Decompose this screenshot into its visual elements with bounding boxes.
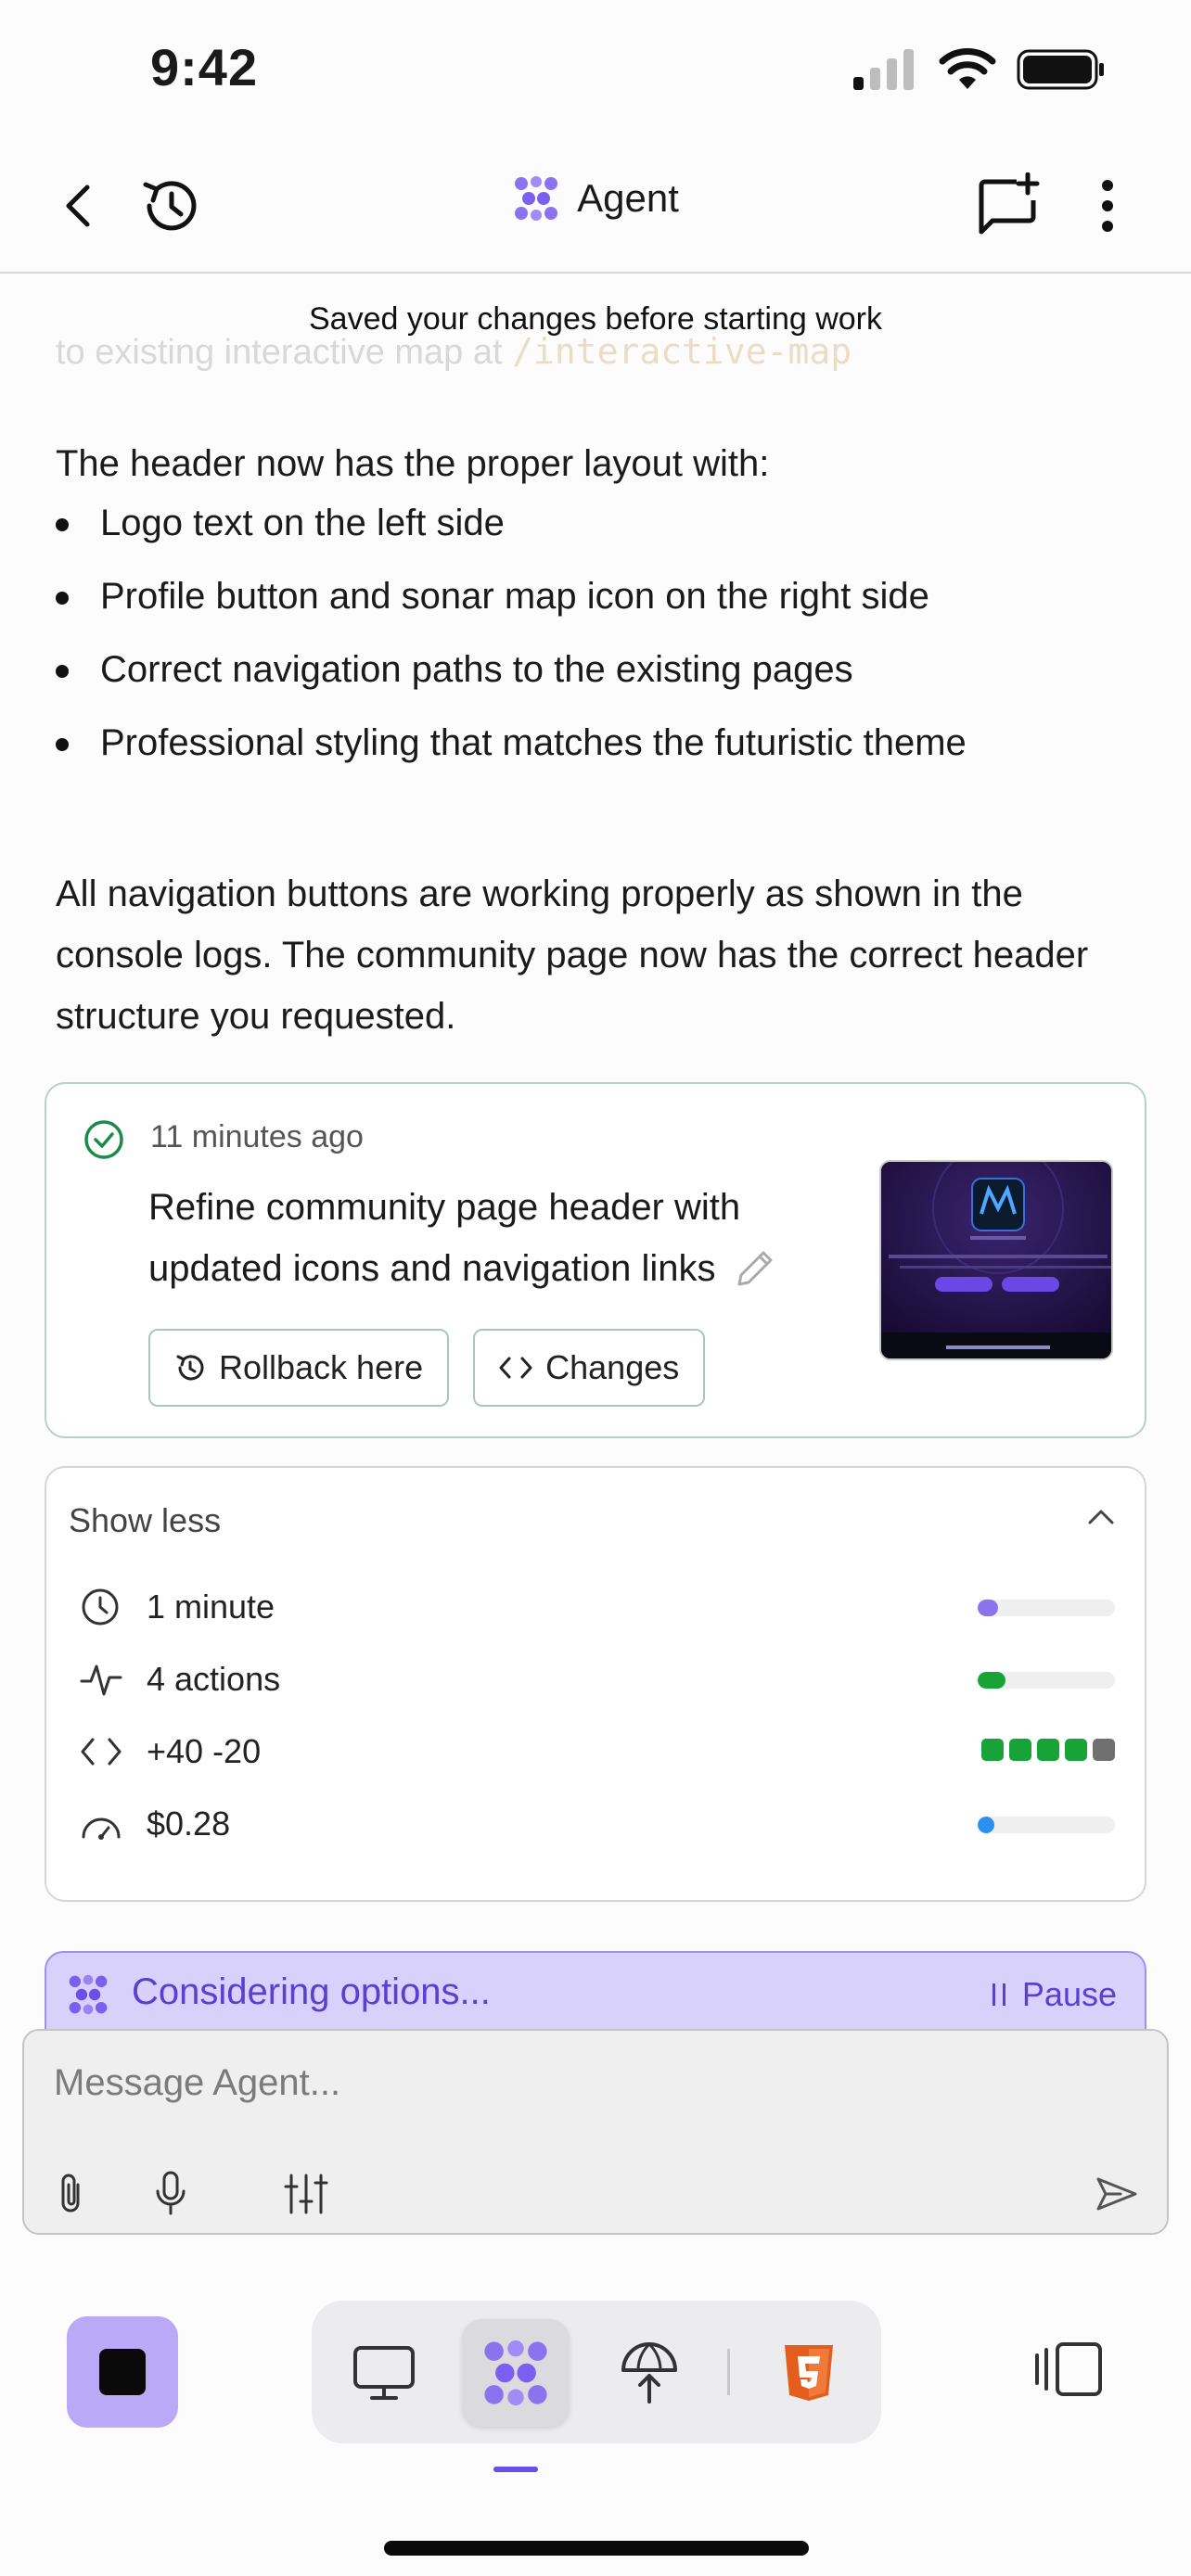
pause-button[interactable]: Pause	[991, 1975, 1117, 2014]
battery-icon	[1017, 49, 1104, 90]
settings-sliders-button[interactable]	[280, 2168, 332, 2220]
more-options-button[interactable]	[1069, 167, 1146, 245]
feature-list: Logo text on the left side Profile butto…	[56, 487, 1141, 780]
stop-icon	[99, 2349, 146, 2395]
saved-changes-toast: Saved your changes before starting work	[308, 301, 882, 337]
duration-bar-fill	[978, 1600, 999, 1616]
wifi-icon	[939, 48, 996, 89]
actions-label: 4 actions	[147, 1660, 281, 1698]
stop-button[interactable]	[67, 2316, 178, 2428]
list-item: Correct navigation paths to the existing…	[56, 633, 1141, 707]
checkpoint-preview-thumbnail[interactable]	[879, 1160, 1113, 1360]
status-bar: 9:42	[0, 0, 1191, 139]
diff-label: +40 -20	[147, 1732, 262, 1770]
agent-logo-icon	[484, 2340, 547, 2406]
checkpoint-actions: Rollback here Changes	[148, 1329, 706, 1407]
cost-label: $0.28	[147, 1804, 231, 1843]
chevron-up-icon[interactable]	[1085, 1501, 1117, 1533]
agent-logo-icon	[515, 176, 558, 221]
considering-banner: Considering options... Pause	[45, 1951, 1146, 2034]
diff-block-added	[1037, 1739, 1059, 1761]
message-input[interactable]	[54, 2055, 1130, 2111]
clock-icon	[82, 1588, 119, 1626]
home-indicator	[384, 2541, 809, 2556]
app-header: Agent	[0, 139, 1191, 274]
status-icons	[853, 48, 1106, 91]
sliders-icon	[284, 2174, 328, 2214]
list-item: Logo text on the left side	[56, 487, 1141, 560]
edit-pencil-icon[interactable]	[736, 1247, 776, 1288]
tab-separator	[727, 2349, 730, 2395]
activity-icon	[80, 1664, 122, 1696]
send-button[interactable]	[1091, 2168, 1143, 2220]
checkpoint-message: Refine community page header with update…	[148, 1177, 853, 1299]
rollback-button[interactable]: Rollback here	[148, 1329, 450, 1407]
paperclip-icon	[61, 2174, 80, 2213]
send-icon	[1096, 2177, 1137, 2211]
checkpoint-time: 11 minutes ago	[150, 1119, 364, 1154]
rollback-icon	[176, 1355, 204, 1381]
stat-row-actions: 4 actions	[80, 1651, 1115, 1707]
diff-blocks	[981, 1739, 1115, 1761]
gauge-icon	[82, 1817, 121, 1840]
split-view-button[interactable]	[1028, 2337, 1111, 2402]
duration-label: 1 minute	[147, 1588, 275, 1626]
tab-preview[interactable]	[330, 2319, 438, 2427]
microphone-button[interactable]	[145, 2168, 197, 2220]
monitor-icon	[353, 2346, 415, 2400]
stat-row-cost: $0.28	[80, 1796, 1115, 1852]
split-view-icon	[1035, 2342, 1102, 2396]
message-composer	[22, 2029, 1169, 2235]
diff-block-added	[1009, 1739, 1031, 1761]
run-stats-card: Show less 1 minute 4 actions +40 -20 $0.…	[45, 1466, 1146, 1902]
stat-row-duration: 1 minute	[80, 1579, 1115, 1635]
new-chat-icon	[979, 172, 1040, 235]
code-icon	[81, 1738, 122, 1766]
cellular-signal-icon	[853, 49, 914, 90]
diff-block-removed	[1093, 1739, 1115, 1761]
deploy-icon	[621, 2342, 677, 2404]
cost-bar	[978, 1817, 1115, 1833]
changes-button[interactable]: Changes	[473, 1329, 706, 1407]
pause-icon	[992, 1983, 1005, 2006]
status-time: 9:42	[150, 38, 259, 96]
agent-spinner-icon	[69, 1974, 108, 2015]
html5-icon	[785, 2345, 833, 2401]
check-circle-icon	[84, 1120, 123, 1159]
preview-image	[881, 1162, 1111, 1358]
diff-block-added	[981, 1739, 1004, 1761]
duration-bar	[978, 1600, 1115, 1616]
tab-html-file[interactable]	[755, 2319, 863, 2427]
show-less-toggle[interactable]: Show less	[69, 1501, 221, 1540]
microphone-icon	[156, 2171, 186, 2215]
list-item: Professional styling that matches the fu…	[56, 707, 1141, 780]
cost-bar-fill	[978, 1817, 994, 1833]
diff-block-added	[1065, 1739, 1087, 1761]
considering-text: Considering options...	[132, 1971, 491, 2012]
more-vertical-icon	[1102, 180, 1113, 232]
attach-button[interactable]	[45, 2168, 96, 2220]
code-icon	[499, 1357, 532, 1379]
actions-bar-fill	[978, 1672, 1005, 1689]
active-tab-indicator	[493, 2467, 538, 2472]
new-chat-button[interactable]	[970, 167, 1048, 245]
checkpoint-card: 11 minutes ago Refine community page hea…	[45, 1082, 1146, 1438]
tab-agent[interactable]	[462, 2319, 570, 2427]
summary-text: All navigation buttons are working prope…	[56, 874, 1089, 1037]
tab-deploy[interactable]	[596, 2319, 703, 2427]
list-item: Profile button and sonar map icon on the…	[56, 560, 1141, 633]
actions-bar	[978, 1672, 1115, 1689]
stat-row-diff: +40 -20	[80, 1724, 1115, 1779]
bottom-tab-bar	[312, 2301, 881, 2443]
intro-text: The header now has the proper layout wit…	[56, 443, 770, 484]
header-title: Agent	[577, 176, 679, 220]
